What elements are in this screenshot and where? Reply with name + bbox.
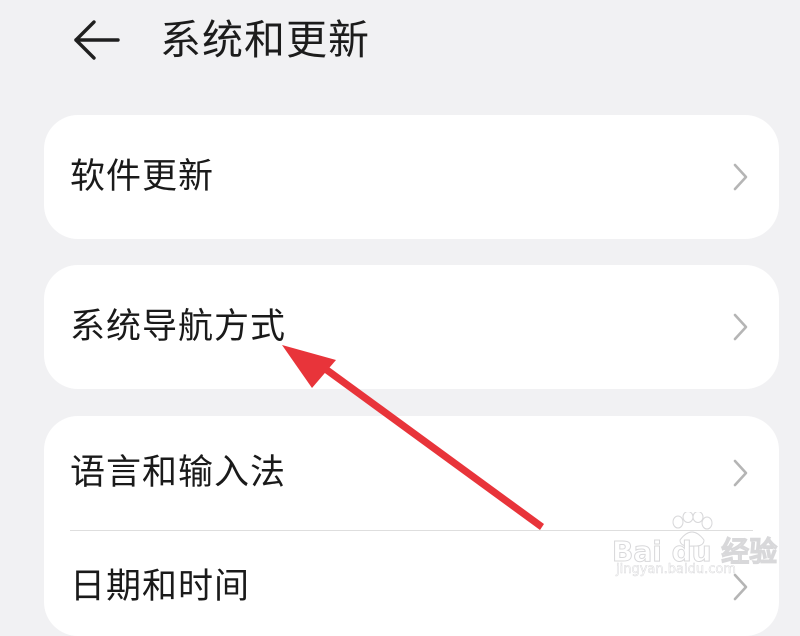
chevron-right-icon	[731, 312, 749, 342]
settings-group-language-time: 语言和输入法 日期和时间	[44, 416, 779, 636]
header-bar: 系统和更新	[0, 0, 800, 90]
chevron-right-icon	[731, 458, 749, 488]
arrow-left-icon	[74, 20, 120, 60]
page-title: 系统和更新	[160, 16, 370, 64]
settings-item-label: 日期和时间	[70, 567, 251, 607]
settings-item-software-update[interactable]: 软件更新	[44, 115, 779, 239]
chevron-right-icon	[731, 572, 749, 602]
chevron-right-icon	[731, 162, 749, 192]
settings-item-language-input[interactable]: 语言和输入法	[44, 416, 779, 530]
settings-item-system-navigation[interactable]: 系统导航方式	[44, 265, 779, 389]
settings-item-label: 语言和输入法	[70, 453, 287, 493]
settings-item-date-time[interactable]: 日期和时间	[44, 530, 779, 636]
settings-group-navigation: 系统导航方式	[44, 265, 779, 389]
back-button[interactable]	[66, 14, 126, 66]
settings-item-label: 软件更新	[70, 157, 215, 197]
settings-item-label: 系统导航方式	[70, 307, 287, 347]
settings-group-software: 软件更新	[44, 115, 779, 239]
